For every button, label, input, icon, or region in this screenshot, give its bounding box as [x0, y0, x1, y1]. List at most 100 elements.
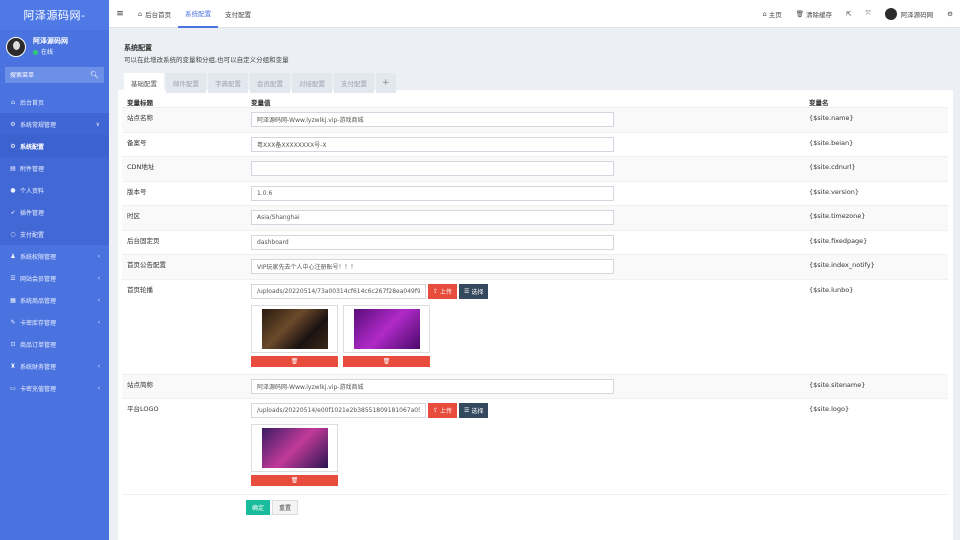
- sidebar-item-member[interactable]: ☰ 网站会员管理 ‹: [0, 267, 109, 289]
- timezone-input[interactable]: [251, 210, 614, 225]
- avatar: [6, 37, 26, 57]
- page-title: 系统配置: [124, 44, 152, 52]
- delete-image-button[interactable]: 🗑︎: [251, 355, 338, 367]
- sidebar-item-general[interactable]: ⚙ 系统常规管理 ∨: [0, 113, 109, 135]
- site-name-input[interactable]: [251, 112, 614, 127]
- table-row: 站点名称 {$site.name}: [122, 107, 948, 132]
- card-icon: ▭: [10, 384, 16, 392]
- user-panel: 阿泽源码网 在线: [0, 30, 109, 64]
- sidebar-item-config[interactable]: ⚙ 系统配置: [0, 135, 109, 157]
- multiplenav-icon[interactable]: ⇱: [839, 10, 858, 18]
- user-status: 在线: [33, 47, 68, 58]
- logo-input[interactable]: [251, 403, 426, 418]
- brand-title[interactable]: 阿泽源码网-: [0, 0, 109, 30]
- table-icon: ▦: [10, 296, 16, 304]
- group-icon: ♟: [10, 252, 16, 260]
- table-row: 平台LOGO ⇪上传☰选择 🗑︎ {$site.logo}: [122, 398, 948, 495]
- avatar: [884, 7, 897, 20]
- top-header: ≡ ⌂ 后台首页 系统配置 支付配置 ⌂ 主页 🗑︎ 清除缓存 ⇱ ⤧ 阿泽源码网 ⚙: [109, 0, 960, 28]
- sidebar-item-goods[interactable]: ▦ 系统商品管理 ‹: [0, 289, 109, 311]
- sidebar-item-cardstock[interactable]: ✎ 卡密库存管理 ‹: [0, 311, 109, 333]
- tab-user[interactable]: 会员配置: [250, 73, 290, 93]
- home-link[interactable]: ⌂ 主页: [756, 9, 789, 19]
- delete-image-button[interactable]: 🗑︎: [343, 355, 430, 367]
- sidebar-item-attachment[interactable]: ▤ 附件管理: [0, 157, 109, 179]
- table-row: 站点简称 {$site.sitename}: [122, 373, 948, 399]
- finance-icon: ♜: [10, 362, 16, 370]
- lunbo-input[interactable]: [251, 283, 426, 299]
- online-dot-icon: [33, 50, 38, 55]
- chevron-left-icon: ‹: [97, 318, 100, 326]
- reset-button[interactable]: 重置: [272, 500, 299, 515]
- tab-dashboard[interactable]: ⌂ 后台首页: [131, 0, 178, 28]
- sidebar-item-addon[interactable]: ➶ 插件管理: [0, 201, 109, 223]
- sidebar-item-auth[interactable]: ♟ 系统权限管理 ‹: [0, 245, 109, 267]
- home-icon: ⌂: [138, 9, 143, 18]
- list-icon: ☰: [10, 274, 16, 282]
- chevron-left-icon: ‹: [97, 296, 100, 304]
- file-icon: ▤: [10, 164, 16, 172]
- sitename-input[interactable]: [251, 378, 614, 394]
- beian-input[interactable]: [251, 136, 614, 152]
- chevron-down-icon: ∨: [95, 120, 100, 128]
- submit-button[interactable]: 确定: [246, 500, 271, 515]
- table-row: 时区 {$site.timezone}: [122, 205, 948, 230]
- gear-icon: ⚙: [10, 142, 16, 150]
- main-content: 系统配置 可以在此增改系统的变量和分组,也可以自定义分组和变量 基础配置 邮件配…: [118, 37, 953, 540]
- menu-toggle-icon[interactable]: ≡: [109, 9, 131, 19]
- list-icon: ☰: [464, 287, 470, 295]
- rocket-icon: ➶: [10, 208, 16, 216]
- page-description: 可以在此增改系统的变量和分组,也可以自定义分组和变量: [124, 56, 289, 64]
- circle-icon: ○: [10, 230, 16, 238]
- table-row: 备案号 {$site.beian}: [122, 131, 948, 157]
- fixedpage-input[interactable]: [251, 234, 614, 250]
- cdn-url-input[interactable]: [251, 161, 614, 176]
- sidebar-item-finance[interactable]: ♜ 系统财务管理 ‹: [0, 355, 109, 377]
- sidebar-item-recharge[interactable]: ▭ 卡密充值管理 ‹: [0, 377, 109, 399]
- add-tab-button[interactable]: +: [376, 73, 396, 93]
- home-icon: ⌂: [762, 9, 767, 18]
- tab-email[interactable]: 邮件配置: [166, 73, 206, 93]
- chevron-left-icon: ‹: [97, 362, 100, 370]
- clear-cache-button[interactable]: 🗑︎ 清除缓存: [789, 9, 839, 19]
- logo-image[interactable]: [251, 424, 338, 472]
- gears-icon: ⚙: [10, 120, 16, 128]
- table-row: 版本号 {$site.version}: [122, 180, 948, 206]
- sidebar-item-payconfig[interactable]: ○ 支付配置: [0, 223, 109, 245]
- search-icon[interactable]: 🔍︎: [90, 71, 99, 79]
- table-row: CDN地址 {$site.cdnurl}: [122, 156, 948, 181]
- tab-payment[interactable]: 支付配置: [334, 73, 374, 93]
- panel-heading: 系统配置 可以在此增改系统的变量和分组,也可以自定义分组和变量 基础配置 邮件配…: [118, 37, 953, 93]
- lunbo-image[interactable]: [343, 304, 430, 353]
- settings-gear-icon[interactable]: ⚙: [940, 10, 960, 18]
- sidebar-item-orders[interactable]: ⊡ 商品订单管理: [0, 333, 109, 355]
- tab-config[interactable]: 系统配置: [178, 0, 219, 28]
- delete-image-button[interactable]: 🗑︎: [251, 475, 338, 486]
- user-icon: ●: [10, 186, 16, 194]
- tab-dock[interactable]: 对接配置: [292, 73, 332, 93]
- version-input[interactable]: [251, 185, 614, 201]
- tab-basic[interactable]: 基础配置: [124, 73, 164, 93]
- tab-payconfig[interactable]: 支付配置: [218, 0, 258, 28]
- lunbo-image[interactable]: [251, 304, 338, 353]
- sidebar: 阿泽源码网- 阿泽源码网 在线 🔍︎ ⌂后台首页 ⚙系统常规管理∨ ⚙系统配置 …: [0, 0, 109, 540]
- edit-icon: ✎: [10, 318, 16, 326]
- list-icon: ☰: [464, 407, 470, 414]
- table-row: 首页公告配置 {$site.index_notify}: [122, 254, 948, 279]
- config-table: 变量标题 变量值 变量名 站点名称 {$site.name} 备案号 {$sit…: [122, 90, 948, 515]
- select-button[interactable]: ☰ 选择: [459, 403, 489, 418]
- trash-icon: 🗑︎: [382, 358, 391, 365]
- tab-dictionary[interactable]: 字典配置: [208, 73, 248, 93]
- sidebar-item-dashboard[interactable]: ⌂ 后台首页: [0, 91, 109, 113]
- select-button[interactable]: ☰ 选择: [459, 283, 489, 299]
- fullscreen-icon[interactable]: ⤧: [858, 9, 877, 18]
- chevron-left-icon: ‹: [97, 274, 100, 282]
- upload-button[interactable]: ⇪ 上传: [428, 283, 458, 299]
- user-menu[interactable]: 阿泽源码网: [878, 7, 941, 20]
- notify-input[interactable]: [251, 259, 614, 274]
- menu-search-input[interactable]: [10, 71, 90, 79]
- upload-button[interactable]: ⇪ 上传: [428, 403, 458, 418]
- table-row: 后台固定页 {$site.fixedpage}: [122, 229, 948, 255]
- chevron-left-icon: ‹: [97, 384, 100, 392]
- sidebar-item-profile[interactable]: ● 个人资料: [0, 179, 109, 201]
